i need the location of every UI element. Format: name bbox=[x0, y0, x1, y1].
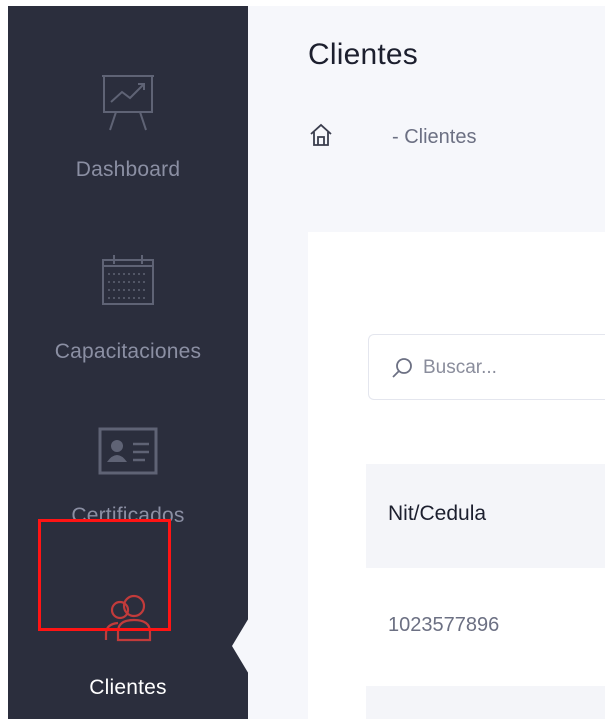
table-header: Nit/Cedula bbox=[366, 464, 605, 568]
sidebar-item-label: Dashboard bbox=[75, 158, 181, 181]
annotation-highlight bbox=[38, 519, 171, 631]
sidebar: Dashboard Capacitaciones Certificados Cl… bbox=[8, 6, 248, 719]
sidebar-item-label: Capacitaciones bbox=[54, 340, 202, 363]
active-indicator bbox=[232, 616, 248, 676]
page-title: Clientes bbox=[308, 38, 418, 71]
cell-nit-cedula: 1023577896 bbox=[388, 614, 500, 636]
column-header-nit-cedula[interactable]: Nit/Cedula bbox=[388, 502, 486, 526]
search-input[interactable] bbox=[421, 347, 605, 389]
home-icon[interactable] bbox=[308, 122, 334, 153]
search-box bbox=[368, 334, 605, 400]
search-icon bbox=[391, 357, 413, 384]
breadcrumb-current: - Clientes bbox=[392, 126, 477, 148]
table-row[interactable]: 1023577896 bbox=[366, 568, 605, 686]
sidebar-item-dashboard[interactable]: Dashboard bbox=[8, 6, 248, 206]
calendar-icon bbox=[100, 252, 156, 313]
sidebar-item-label: Clientes bbox=[89, 676, 167, 699]
app-frame: Dashboard Capacitaciones Certificados Cl… bbox=[8, 6, 605, 719]
id-card-icon bbox=[97, 426, 159, 481]
sidebar-item-capacitaciones[interactable]: Capacitaciones bbox=[8, 206, 248, 386]
table-row[interactable] bbox=[366, 686, 605, 719]
clients-card: Nit/Cedula 1023577896 bbox=[308, 232, 605, 719]
presentation-chart-icon bbox=[100, 70, 156, 137]
